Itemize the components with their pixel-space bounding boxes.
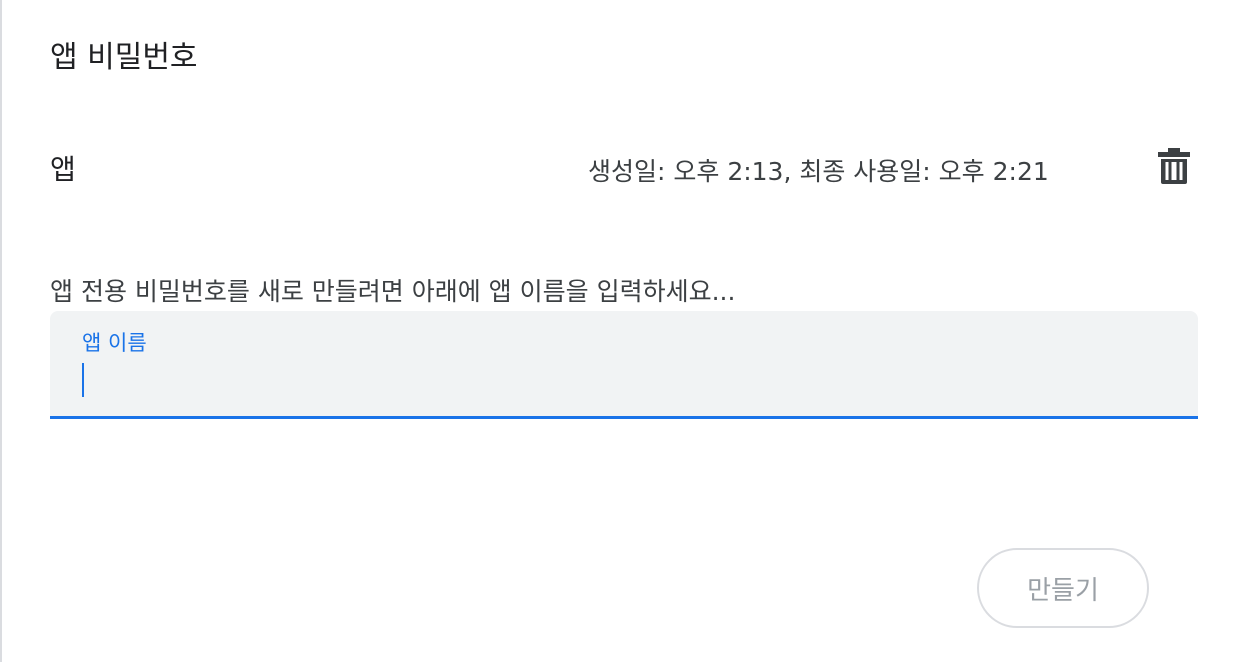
app-password-row: 앱 생성일: 오후 2:13, 최종 사용일: 오후 2:21 [50,140,1198,196]
app-password-dates: 생성일: 오후 2:13, 최종 사용일: 오후 2:21 [588,157,1049,186]
delete-button[interactable] [1150,142,1198,190]
create-button[interactable]: 만들기 [977,548,1149,628]
app-name-label: 앱 이름 [82,331,147,355]
app-name-field[interactable]: 앱 이름 [50,311,1198,419]
app-name-input[interactable] [82,363,1162,399]
create-instructions: 앱 전용 비밀번호를 새로 만들려면 아래에 앱 이름을 입력하세요... [50,277,736,306]
app-password-name: 앱 [50,153,76,186]
section-title: 앱 비밀번호 [50,40,198,75]
text-cursor [82,363,84,397]
left-divider [0,0,2,662]
trash-icon [1157,147,1191,185]
